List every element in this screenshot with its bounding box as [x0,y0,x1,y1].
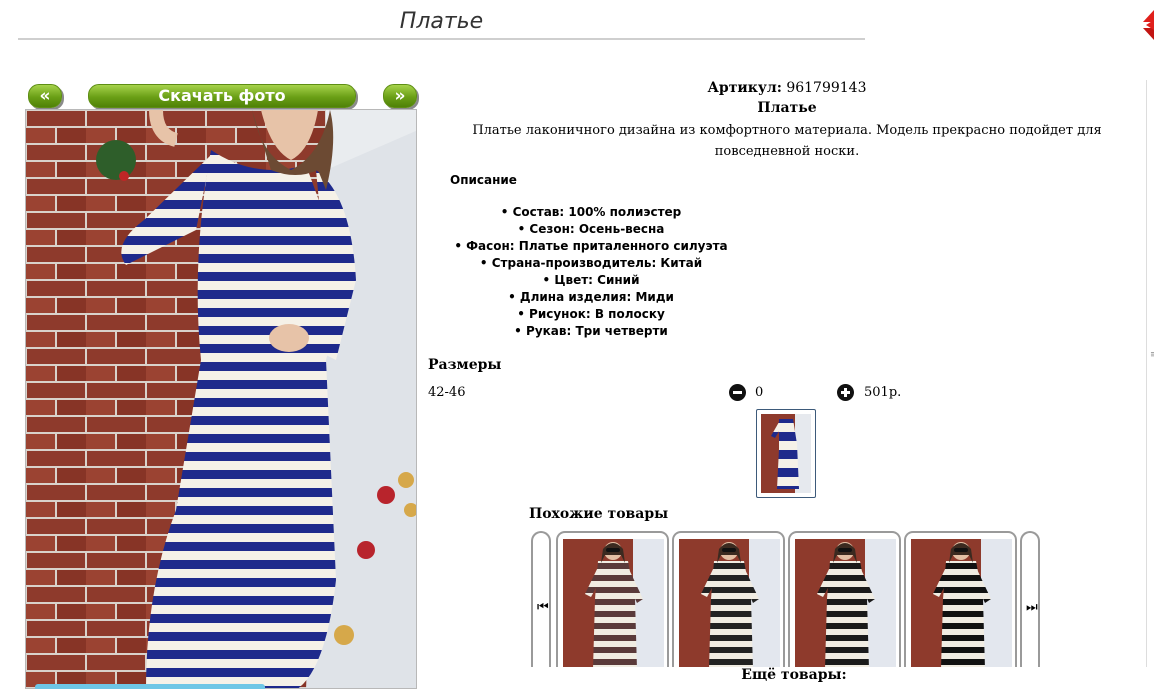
product-description: Платье лаконичного дизайна из комфортног… [472,123,1102,159]
plus-icon[interactable] [837,384,854,401]
minus-icon[interactable] [729,384,746,401]
similar-item-card[interactable] [556,531,669,667]
photo-thumbnail[interactable] [756,409,816,498]
sizes-heading: Размеры [428,357,502,373]
similar-item-card[interactable] [788,531,901,667]
size-row: 42-46 0 501р. [428,384,1146,404]
similar-item-card[interactable] [672,531,785,667]
main-product-photo [25,109,417,689]
similar-heading: Похожие товары [529,506,669,522]
skip-next-icon: ⏭ [1026,600,1038,615]
similar-item-card[interactable] [904,531,1017,667]
size-label: 42-46 [428,385,466,400]
prev-photo-button[interactable]: « [28,84,62,108]
photo-scroll-indicator [35,684,265,689]
article-value: 961799143 [786,80,867,96]
feature-item: • Рукав: Три четверти [514,324,668,338]
more-products-label: Ещё товары: [741,667,847,683]
feature-list: • Состав: 100% полиэстер • Сезон: Осень-… [428,204,754,340]
scrollbar[interactable] [1146,80,1154,667]
feature-item: • Цвет: Синий [542,273,640,287]
quantity-value: 0 [755,385,764,400]
feature-item: • Состав: 100% полиэстер [500,205,682,219]
feature-item: • Сезон: Осень-весна [517,222,665,236]
carousel-prev-button[interactable]: ⏮ [531,531,551,667]
product-name: Платье [757,100,817,116]
feature-item: • Фасон: Платье приталенного силуэта [454,239,728,253]
page-title: Платье [18,8,865,40]
carousel-next-button[interactable]: ⏭ [1020,531,1040,667]
article-label: Артикул: [707,80,782,96]
feature-item: • Рисунок: В полоску [517,307,665,321]
feature-item: • Длина изделия: Миди [508,290,674,304]
next-photo-button[interactable]: » [383,84,417,108]
skip-prev-icon: ⏮ [537,600,549,615]
download-photo-button[interactable]: Скачать фото [88,84,356,108]
feature-item: • Страна-производитель: Китай [479,256,703,270]
close-icon[interactable] [1139,10,1154,40]
article-line: Артикул: 961799143 [428,80,1146,96]
size-price: 501р. [864,385,902,400]
description-heading: Описание [450,173,517,187]
scroll-grip-icon[interactable]: ≡ [1150,350,1154,360]
